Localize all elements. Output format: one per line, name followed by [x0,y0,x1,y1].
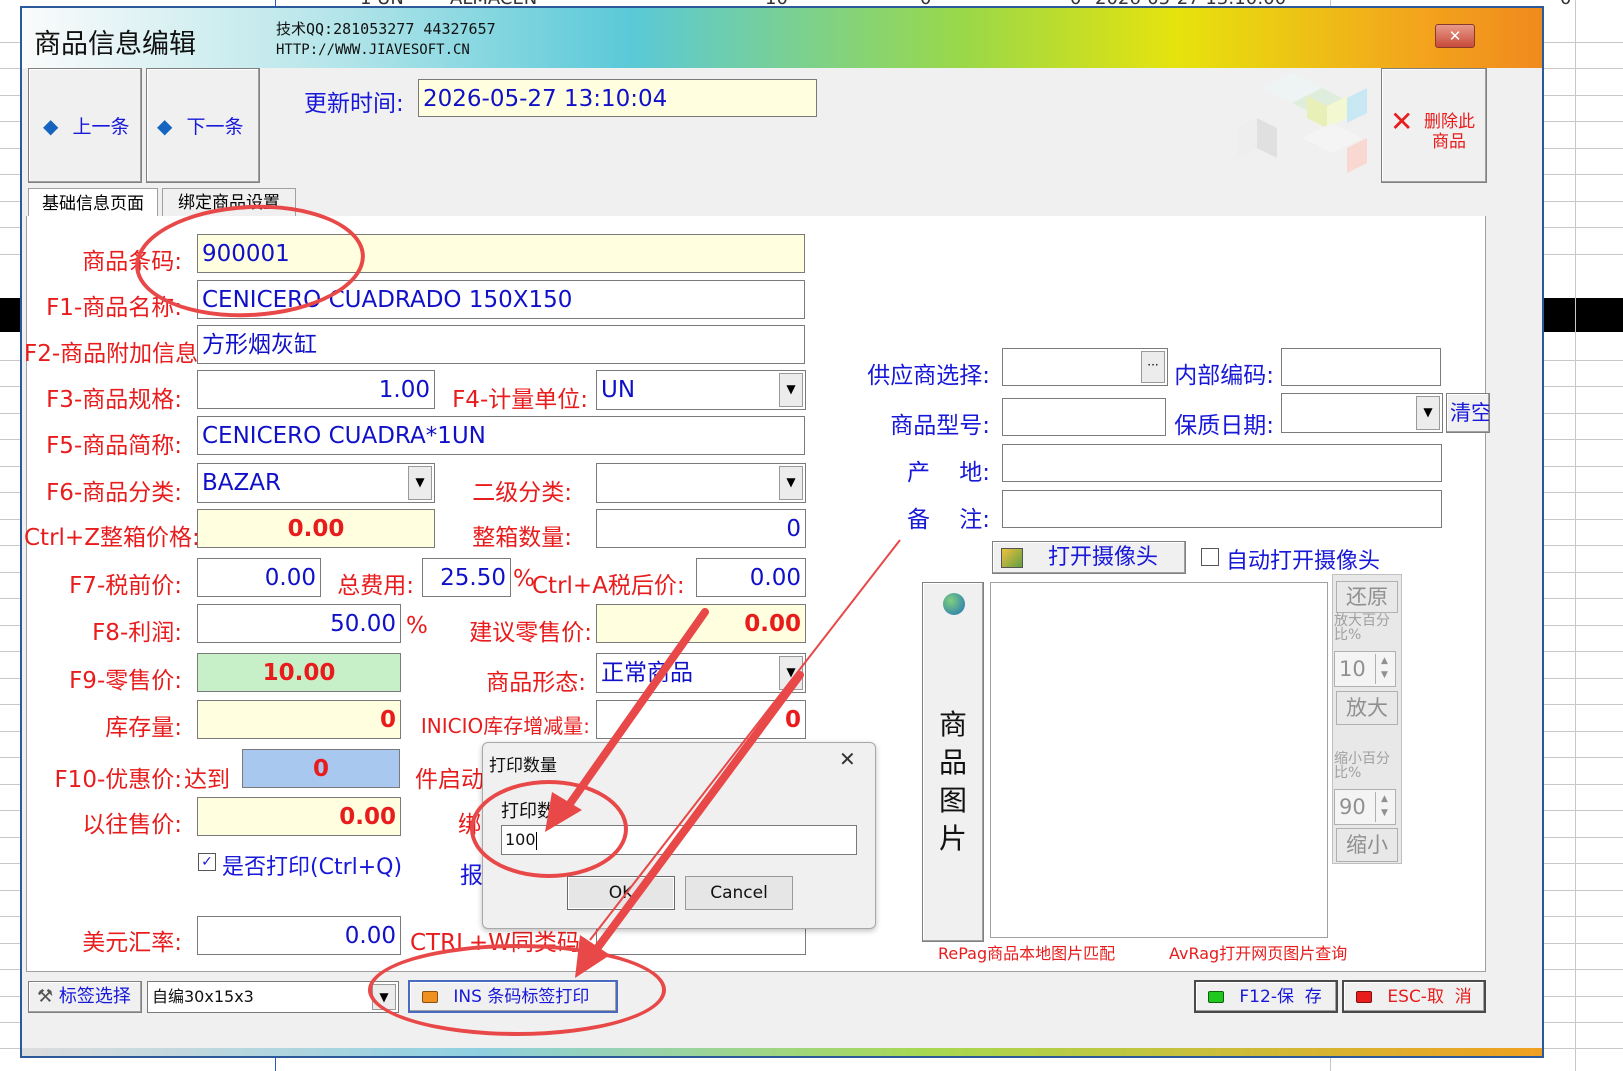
annotation-arrows [545,539,901,978]
